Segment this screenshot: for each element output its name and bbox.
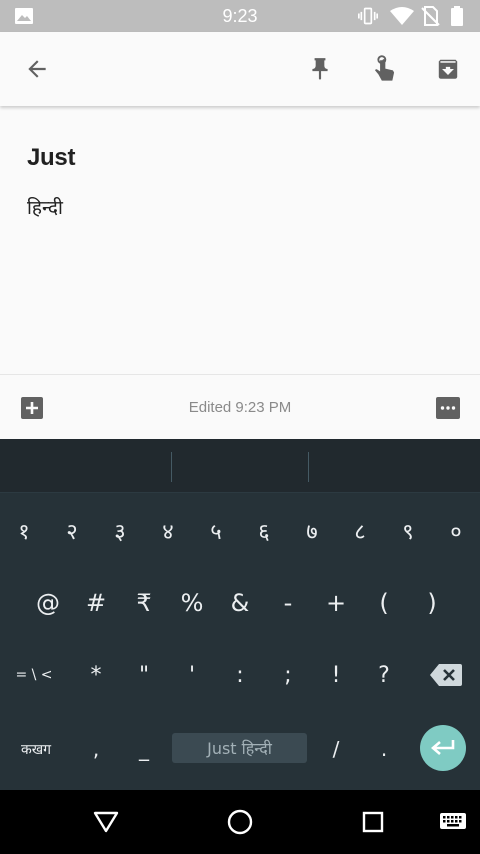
key-single-quote[interactable]: ' [168,655,216,695]
archive-button[interactable] [426,47,470,91]
key-digit-7[interactable]: ७ [288,511,336,551]
key-exclamation[interactable]: ! [312,655,360,695]
key-comma[interactable]: , [72,727,120,771]
key-underscore[interactable]: _ [120,727,168,771]
suggestion-divider [171,452,172,482]
reminder-button[interactable] [361,47,405,91]
reminder-hand-icon [375,55,395,81]
key-digit-5[interactable]: ५ [192,511,240,551]
back-triangle-icon [93,811,119,833]
enter-key[interactable] [420,725,466,771]
pin-button[interactable] [298,47,342,91]
key-rupee[interactable]: ₹ [120,583,168,623]
key-digit-8[interactable]: ८ [336,511,384,551]
backspace-key[interactable] [418,655,474,695]
key-semicolon[interactable]: ; [264,655,312,695]
pin-icon [312,58,328,80]
key-slash[interactable]: / [312,727,360,771]
note-bottom-bar: Edited 9:23 PM [0,374,480,440]
key-at[interactable]: @ [24,583,72,623]
vibrate-icon [358,7,378,25]
key-period[interactable]: . [360,727,408,771]
key-asterisk[interactable]: * [72,655,120,695]
key-digit-9[interactable]: ९ [384,511,432,551]
key-double-quote[interactable]: " [120,655,168,695]
note-editor[interactable]: Just हिन्दी [0,108,480,374]
key-plus[interactable]: + [312,583,360,623]
edited-timestamp: Edited 9:23 PM [188,399,292,416]
key-digit-0[interactable]: ० [432,511,480,551]
key-digit-6[interactable]: ६ [240,511,288,551]
note-body[interactable]: हिन्दी [27,194,63,220]
key-digit-3[interactable]: ३ [96,511,144,551]
suggestion-strip [0,439,480,493]
key-percent[interactable]: % [168,583,216,623]
enter-arrow-icon [431,740,455,755]
note-title[interactable]: Just [27,144,75,172]
key-digit-2[interactable]: २ [48,511,96,551]
status-bar: 9:23 [0,0,480,32]
key-more-symbols[interactable]: = \ < [2,655,66,695]
nav-back-button[interactable] [84,800,128,844]
battery-icon [451,6,463,26]
back-button[interactable] [15,47,59,91]
key-digit-1[interactable]: १ [0,511,48,551]
key-ampersand[interactable]: & [216,583,264,623]
suggestion-divider [308,452,309,482]
key-close-paren[interactable]: ) [408,583,456,623]
key-hash[interactable]: # [72,583,120,623]
nav-home-button[interactable] [218,800,262,844]
key-minus[interactable]: - [264,583,312,623]
nav-recents-button[interactable] [351,800,395,844]
key-open-paren[interactable]: ( [360,583,408,623]
note-toolbar [0,32,480,106]
recents-square-icon [362,811,384,833]
navigation-bar [0,790,480,854]
key-digit-4[interactable]: ४ [144,511,192,551]
archive-icon [438,59,458,79]
no-sim-icon [421,6,440,26]
space-key[interactable]: Just हिन्दी [172,733,307,763]
keyboard: १ २ ३ ४ ५ ६ ७ ८ ९ ० @ # ₹ % & - + ( ) = … [0,439,480,790]
key-question[interactable]: ? [360,655,408,695]
backspace-icon [430,664,462,686]
key-colon[interactable]: : [216,655,264,695]
keyboard-switch-icon [440,813,466,829]
key-language-switch[interactable]: कखग [4,727,68,771]
back-arrow-icon [28,60,46,78]
more-icon[interactable] [436,397,460,419]
keyboard-switch-button[interactable] [431,800,475,844]
home-circle-icon [227,809,253,835]
wifi-icon [390,7,414,25]
